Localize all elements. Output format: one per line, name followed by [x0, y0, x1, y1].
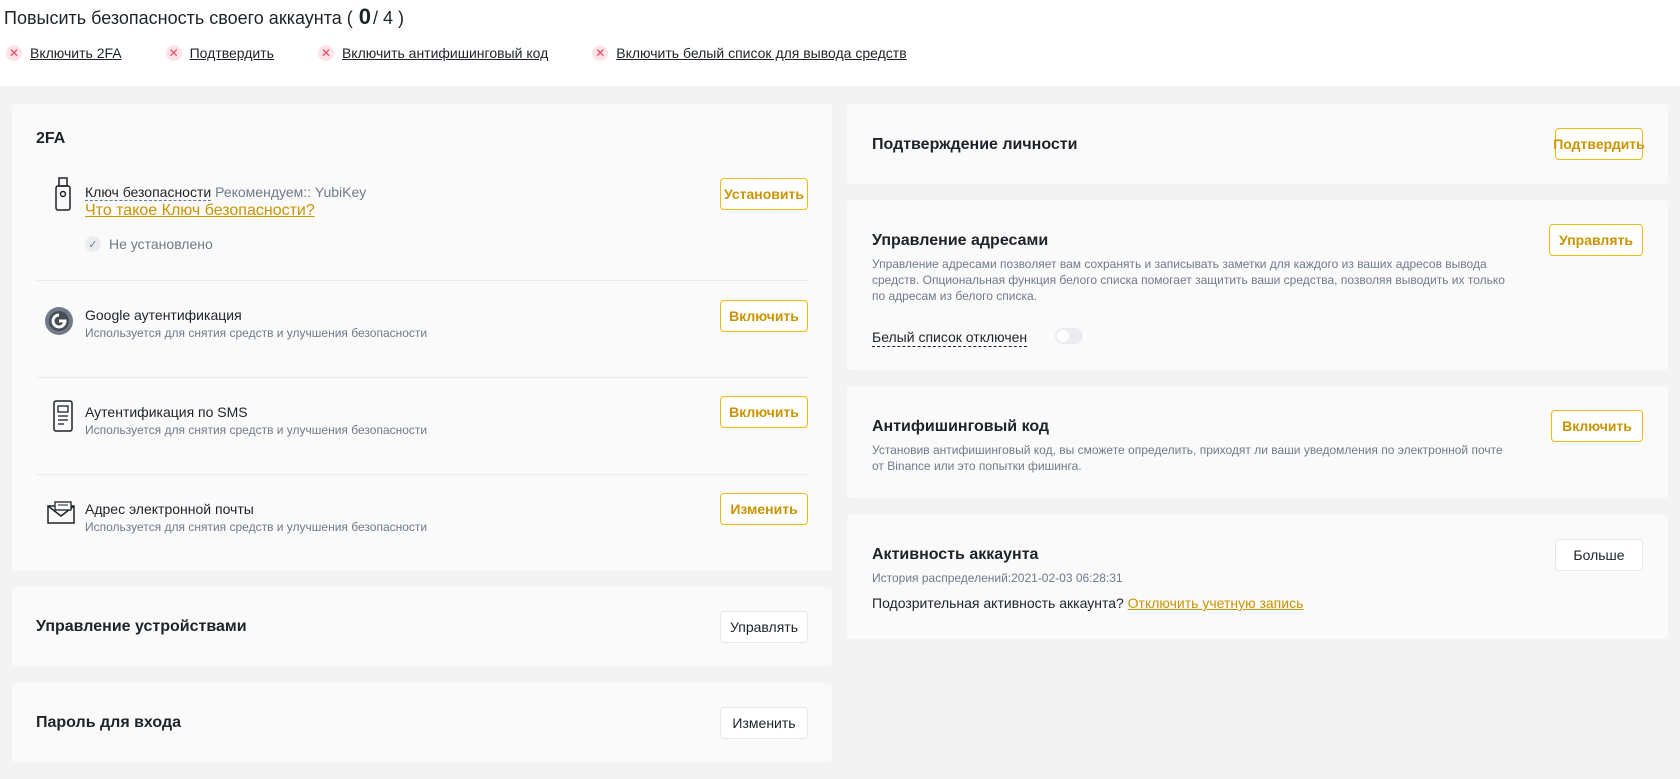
step-antiphishing: ✕ Включить антифишинговый код — [316, 45, 548, 61]
change-email-button[interactable]: Изменить — [720, 493, 808, 525]
step-link-antiphishing[interactable]: Включить антифишинговый код — [342, 45, 548, 61]
more-activity-button[interactable]: Больше — [1555, 539, 1643, 571]
google-authenticator-icon — [44, 304, 74, 338]
sms-auth-name: Аутентификация по SMS — [85, 404, 248, 420]
step-whitelist: ✕ Включить белый список для вывода средс… — [590, 45, 907, 61]
progress-done-count: 0 — [358, 4, 372, 29]
progress-title: Повысить безопасность своего аккаунта ( … — [4, 4, 405, 29]
toggle-knob — [1057, 330, 1069, 342]
close-icon: ✕ — [6, 45, 22, 61]
security-key-help-link[interactable]: Что такое Ключ безопасности? — [85, 202, 315, 220]
divider — [36, 280, 808, 281]
google-auth-item: Google аутентификация Используется для с… — [12, 300, 832, 364]
enable-antiphishing-button[interactable]: Включить — [1551, 410, 1643, 442]
twofa-title: 2FA — [36, 130, 66, 147]
sms-phone-icon — [48, 399, 78, 433]
account-activity-title: Активность аккаунта — [872, 546, 1039, 563]
identity-verification-title: Подтверждение личности — [872, 136, 1078, 153]
address-management-card: Управление адресами Управление адресами … — [847, 200, 1668, 370]
twofa-card: 2FA Ключ безопасности Рекомендуем:: Yubi… — [12, 104, 832, 571]
security-key-recommend: Рекомендуем:: YubiKey — [215, 184, 367, 200]
manage-devices-button[interactable]: Управлять — [720, 611, 808, 643]
manage-addresses-button[interactable]: Управлять — [1549, 224, 1643, 256]
antiphishing-title: Антифишинговый код — [872, 418, 1050, 435]
whitelist-label[interactable]: Белый список отключен — [872, 329, 1028, 347]
google-auth-name: Google аутентификация — [85, 307, 242, 323]
activity-history: История распределений:2021-02-03 06:28:3… — [872, 571, 1123, 585]
email-item: Адрес электронной почты Используется для… — [12, 493, 832, 558]
address-management-title: Управление адресами — [872, 232, 1049, 249]
step-enable-2fa: ✕ Включить 2FA — [4, 45, 122, 61]
email-desc: Используется для снятия средств и улучше… — [85, 520, 428, 534]
google-auth-desc: Используется для снятия средств и улучше… — [85, 326, 428, 340]
email-name: Адрес электронной почты — [85, 501, 254, 517]
device-management-title: Управление устройствами — [36, 618, 247, 635]
sms-auth-item: Аутентификация по SMS Используется для с… — [12, 396, 832, 461]
device-management-card: Управление устройствами Управлять — [12, 587, 832, 666]
step-link-whitelist[interactable]: Включить белый список для вывода средств — [616, 45, 906, 61]
security-key-status: ✓ Не установлено — [85, 236, 213, 252]
close-icon: ✕ — [592, 45, 609, 61]
account-activity-card: Активность аккаунта История распределени… — [847, 515, 1668, 639]
check-circle-icon: ✓ — [85, 236, 101, 252]
login-password-card: Пароль для входа Изменить — [12, 683, 832, 762]
usb-key-icon — [48, 177, 78, 212]
verify-identity-button[interactable]: Подтвердить — [1553, 128, 1645, 160]
disable-account-link[interactable]: Отключить учетную запись — [1128, 595, 1304, 611]
close-icon: ✕ — [317, 45, 334, 61]
step-link-verify[interactable]: Подтвердить — [190, 45, 274, 61]
email-envelope-icon — [46, 496, 76, 530]
sms-auth-desc: Используется для снятия средств и улучше… — [85, 423, 428, 437]
whitelist-toggle[interactable] — [1055, 328, 1083, 344]
close-icon: ✕ — [165, 45, 182, 61]
suspicious-activity-row: Подозрительная активность аккаунта? Откл… — [872, 595, 1304, 611]
antiphishing-card: Антифишинговый код Установив антифишинго… — [847, 386, 1668, 498]
enable-sms-auth-button[interactable]: Включить — [720, 396, 808, 428]
divider — [36, 377, 808, 378]
progress-steps: ✕ Включить 2FA ✕ Подтвердить ✕ Включить … — [4, 45, 949, 61]
divider — [36, 474, 808, 475]
enable-google-auth-button[interactable]: Включить — [720, 300, 808, 332]
address-management-description: Управление адресами позволяет вам сохран… — [872, 257, 1505, 303]
step-link-enable-2fa[interactable]: Включить 2FA — [30, 45, 122, 61]
antiphishing-description: Установив антифишинговый код, вы сможете… — [872, 443, 1503, 473]
security-key-name: Ключ безопасности Рекомендуем:: YubiKey — [85, 184, 367, 201]
login-password-title: Пароль для входа — [36, 714, 182, 731]
security-progress-header: Повысить безопасность своего аккаунта ( … — [0, 0, 1680, 86]
progress-total: / 4 ) — [373, 8, 405, 28]
step-verify: ✕ Подтвердить — [164, 45, 274, 61]
security-key-item: Ключ безопасности Рекомендуем:: YubiKey … — [12, 174, 832, 274]
identity-verification-card: Подтверждение личности Подтвердить — [847, 104, 1668, 184]
change-password-button[interactable]: Изменить — [720, 707, 808, 739]
install-security-key-button[interactable]: Установить — [720, 178, 808, 210]
